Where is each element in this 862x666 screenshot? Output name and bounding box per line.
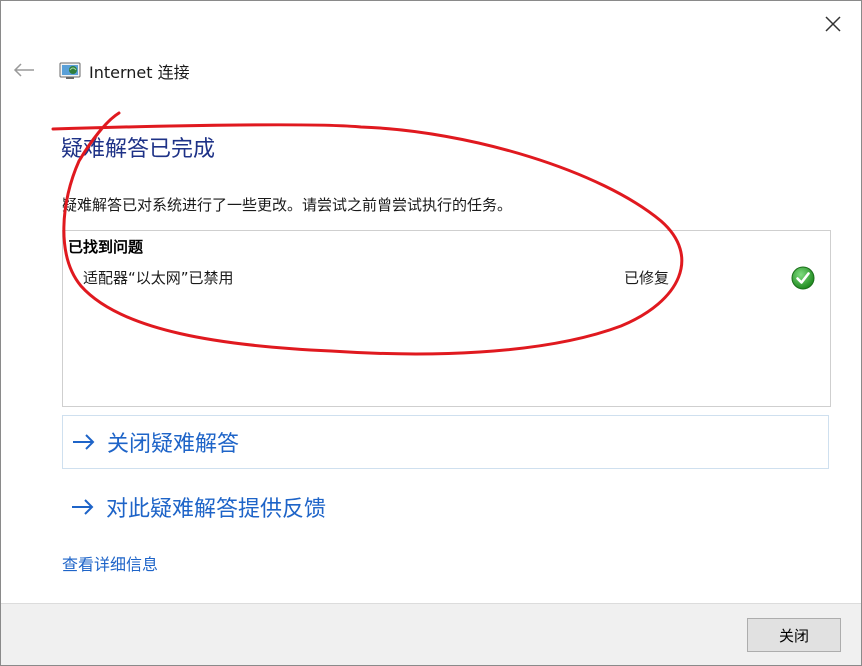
arrow-right-icon (73, 434, 95, 450)
problem-row: 适配器“以太网”已禁用 已修复 (63, 266, 830, 291)
close-icon (825, 16, 841, 32)
page-heading: 疑难解答已完成 (61, 137, 216, 162)
window-title: Internet 连接 (89, 63, 190, 82)
back-button[interactable] (11, 57, 37, 83)
arrow-right-icon (72, 499, 94, 515)
close-troubleshooter-link[interactable]: 关闭疑难解答 (62, 415, 829, 469)
problems-found-header: 已找到问题 (68, 238, 144, 256)
troubleshooter-window: Internet 连接 疑难解答已完成 疑难解答已对系统进行了一些更改。请尝试之… (0, 0, 862, 666)
check-icon (791, 266, 815, 290)
feedback-label: 对此疑难解答提供反馈 (106, 497, 327, 522)
problem-status: 已修复 (624, 269, 670, 287)
view-details-link[interactable]: 查看详细信息 (62, 551, 158, 575)
problem-name: 适配器“以太网”已禁用 (83, 269, 234, 287)
network-troubleshooter-icon (59, 62, 81, 79)
footer-bar: 关闭 (1, 603, 861, 665)
window-title-bar: Internet 连接 (59, 59, 190, 83)
problems-found-panel: 已找到问题 适配器“以太网”已禁用 已修复 (62, 230, 831, 407)
close-window-button[interactable] (813, 7, 853, 41)
result-description: 疑难解答已对系统进行了一些更改。请尝试之前曾尝试执行的任务。 (62, 196, 513, 214)
feedback-link[interactable]: 对此疑难解答提供反馈 (62, 480, 829, 534)
close-button[interactable]: 关闭 (747, 618, 841, 652)
arrow-left-icon (13, 63, 34, 77)
close-troubleshooter-label: 关闭疑难解答 (107, 432, 240, 457)
